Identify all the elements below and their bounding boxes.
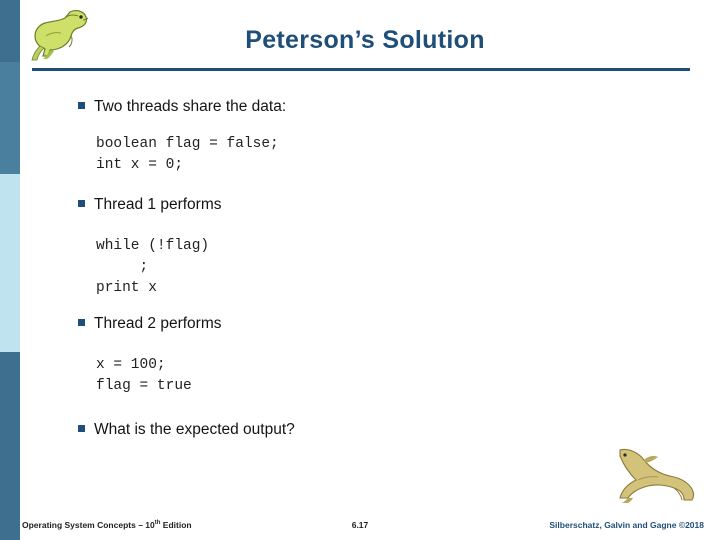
- bullet-marker-icon: [78, 194, 94, 216]
- slide: Peterson’s Solution Two threads share th…: [0, 0, 720, 540]
- bullet-marker-icon: [78, 96, 94, 118]
- code-block: while (!flag) ; print x: [96, 238, 210, 296]
- bullet-label: What is the expected output?: [94, 421, 295, 438]
- slide-content: Two threads share the data: boolean flag…: [78, 96, 678, 443]
- left-accent-bar-mid: [0, 62, 20, 174]
- bullet-marker-icon: [78, 313, 94, 335]
- bullet-item: Thread 2 performs: [78, 313, 678, 335]
- left-accent-bar-light: [0, 174, 20, 352]
- bullet-label: Thread 2 performs: [94, 315, 222, 332]
- code-block: boolean flag = false; int x = 0;: [96, 136, 279, 173]
- left-accent-bar-bottom: [0, 352, 20, 540]
- page-title: Peterson’s Solution: [245, 26, 485, 54]
- bullet-label: Thread 1 performs: [94, 196, 222, 213]
- bullet-item: Thread 1 performs: [78, 194, 678, 216]
- dinosaur-logo-icon: [608, 446, 704, 504]
- footer-copyright: Silberschatz, Galvin and Gagne ©2018: [549, 520, 704, 530]
- bullet-label: Two threads share the data:: [94, 98, 287, 115]
- bullet-item: Two threads share the data:: [78, 96, 678, 118]
- bullet-item: What is the expected output?: [78, 419, 678, 441]
- title-divider: [32, 68, 690, 71]
- code-block: x = 100; flag = true: [96, 357, 192, 394]
- bullet-marker-icon: [78, 419, 94, 441]
